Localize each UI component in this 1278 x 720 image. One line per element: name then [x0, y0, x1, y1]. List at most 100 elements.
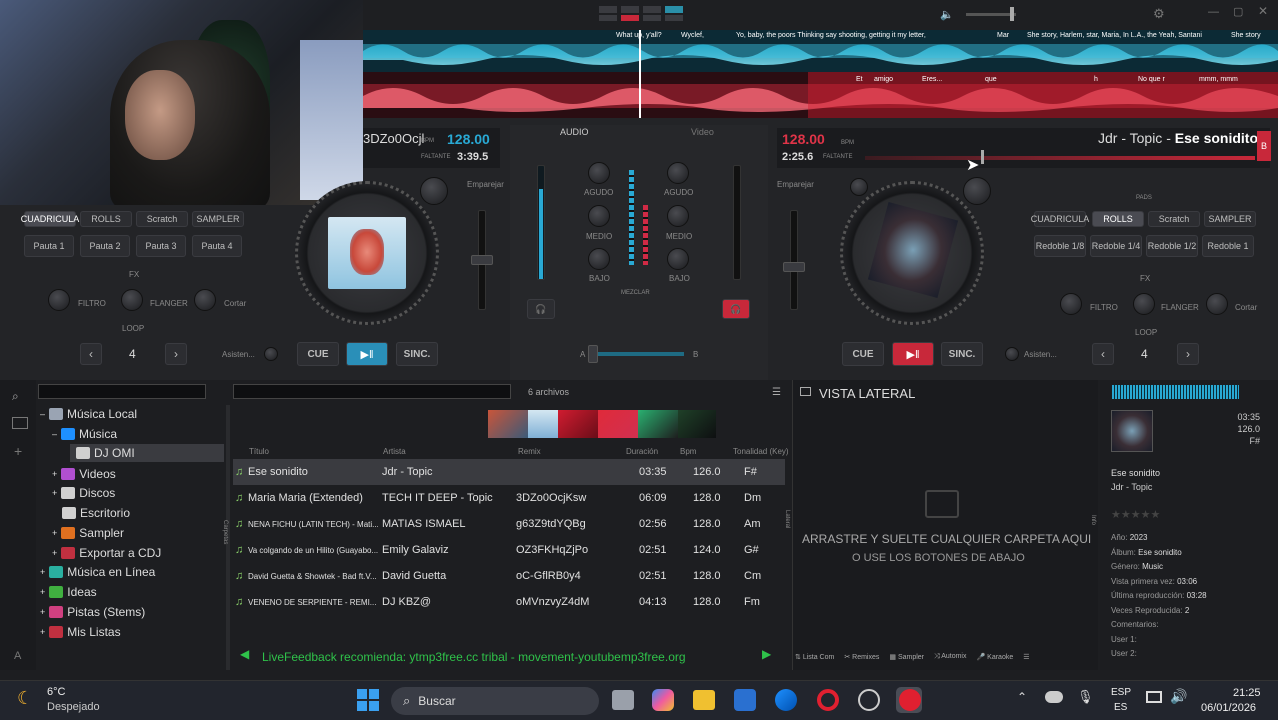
start-windows-icon[interactable]: [357, 689, 379, 711]
cover-thumb-3[interactable]: [558, 410, 598, 438]
rec-indicator[interactable]: [621, 15, 639, 21]
clock-time[interactable]: 21:25: [1233, 687, 1261, 699]
pad-mode-sampler-a[interactable]: SAMPLER: [192, 211, 244, 227]
side-tab-folders[interactable]: Carpetas: [222, 520, 228, 544]
assist-knob-a[interactable]: [264, 347, 278, 361]
mixer-tab-video[interactable]: Video: [691, 127, 714, 137]
pad-b-1[interactable]: Redoble 1/8: [1034, 235, 1086, 257]
task-view-icon[interactable]: [612, 690, 634, 710]
layout-icon-2[interactable]: [621, 6, 639, 13]
jog-wheel-b[interactable]: [840, 181, 984, 325]
tree-mis-listas[interactable]: + Mis Listas: [40, 625, 121, 639]
master-volume-slider[interactable]: [966, 13, 1016, 16]
volume-fader-b[interactable]: [733, 165, 741, 280]
deck-b-progress-handle[interactable]: [981, 150, 984, 164]
pad-a-2[interactable]: Pauta 2: [80, 235, 130, 257]
waveform-deck-b[interactable]: Et amigo Eres... que h No que r mmm, mmm: [363, 72, 1278, 118]
cover-thumb-1[interactable]: [488, 410, 528, 438]
taskbar-search-box[interactable]: ⌕ Buscar: [391, 687, 599, 715]
track-search-input[interactable]: [233, 384, 511, 399]
expand-icon[interactable]: +: [52, 488, 57, 498]
fx-knob-cortar-b[interactable]: [1206, 293, 1228, 315]
file-explorer-icon[interactable]: [693, 690, 715, 710]
eq-mid-knob-a[interactable]: [588, 205, 610, 227]
tree-sampler[interactable]: + Sampler: [52, 526, 124, 540]
col-title[interactable]: Título: [249, 447, 269, 456]
loop-prev-button-a[interactable]: ‹: [80, 343, 102, 365]
expand-icon[interactable]: +: [40, 607, 45, 617]
tree-videos[interactable]: + Videos: [52, 467, 116, 481]
headphone-cue-button-b[interactable]: 🎧: [722, 299, 750, 319]
cover-thumb-5[interactable]: [638, 410, 678, 438]
prev-arrow-icon[interactable]: ◀: [240, 647, 249, 661]
sync-button-a[interactable]: SINC.: [396, 342, 438, 366]
play-pause-button-a[interactable]: ▶‖: [346, 342, 388, 366]
font-size-icon[interactable]: A: [14, 650, 21, 662]
col-artist[interactable]: Artista: [383, 447, 406, 456]
virtualdj-icon[interactable]: [899, 689, 921, 711]
tonearm-knob-a[interactable]: [420, 177, 448, 205]
master-volume-handle[interactable]: [1010, 7, 1014, 21]
table-row[interactable]: ♫ Va colgando de un Hilito (Guayabo... E…: [233, 537, 785, 563]
pad-mode-scratch-b[interactable]: Scratch: [1148, 211, 1200, 227]
side-tab-automix[interactable]: ⤨ Automix: [934, 653, 966, 661]
layout-icon-4[interactable]: [665, 6, 683, 13]
side-tab-karaoke[interactable]: 🎤 Karaoke: [976, 653, 1013, 661]
pad-a-4[interactable]: Pauta 4: [192, 235, 242, 257]
tree-musica-linea[interactable]: + Música en Línea: [40, 565, 155, 579]
fx-knob-cortar-a[interactable]: [194, 289, 216, 311]
list-menu-icon[interactable]: ☰: [772, 387, 781, 398]
eq-mid-knob-b[interactable]: [667, 205, 689, 227]
cue-button-a[interactable]: CUE: [297, 342, 339, 366]
table-row[interactable]: ♫ Ese sonidito Jdr - Topic 03:35 126.0 F…: [233, 459, 785, 485]
cue-button-b[interactable]: CUE: [842, 342, 884, 366]
settings-gear-icon[interactable]: ⚙: [1153, 6, 1165, 22]
layout-icon-3[interactable]: [643, 6, 661, 13]
tree-dj-omi[interactable]: DJ OMI: [76, 446, 135, 460]
pitch-slider-b[interactable]: [790, 210, 798, 310]
match-button-a[interactable]: Emparejar: [467, 180, 504, 189]
layout-icon-6[interactable]: [643, 15, 661, 21]
weather-temp[interactable]: 6°C: [47, 686, 65, 698]
pitch-handle-b[interactable]: [783, 262, 805, 272]
pad-mode-cuadricula-a[interactable]: CUADRICULA: [21, 211, 79, 227]
collapse-icon[interactable]: –: [40, 409, 45, 419]
loop-next-button-b[interactable]: ›: [1177, 343, 1199, 365]
jog-wheel-a[interactable]: [295, 181, 439, 325]
pad-a-1[interactable]: Pauta 1: [24, 235, 74, 257]
headphone-cue-button-a[interactable]: 🎧: [527, 299, 555, 319]
volume-fader-a[interactable]: [537, 165, 545, 280]
copilot-icon[interactable]: [652, 689, 674, 711]
info-user1-row[interactable]: User 1:: [1111, 633, 1261, 648]
pad-mode-cuadricula-b[interactable]: CUADRICULA: [1031, 211, 1089, 227]
play-pause-button-b[interactable]: ▶‖: [892, 342, 934, 366]
table-row[interactable]: ♫ VENENO DE SERPIENTE - REMI... DJ KBZ@ …: [233, 589, 785, 615]
layout-icon-7[interactable]: [665, 15, 683, 21]
tree-escritorio[interactable]: Escritorio: [62, 506, 130, 520]
cover-thumb-6[interactable]: [678, 410, 716, 438]
layout-icon-5[interactable]: [599, 15, 617, 21]
pad-b-4[interactable]: Redoble 1: [1202, 235, 1254, 257]
tree-pistas-stems[interactable]: + Pistas (Stems): [40, 605, 145, 619]
info-user2-row[interactable]: User 2:: [1111, 647, 1261, 662]
folder-search-input[interactable]: [38, 384, 206, 399]
tree-musica[interactable]: – Música: [52, 427, 117, 441]
eq-high-knob-b[interactable]: [667, 162, 689, 184]
cover-thumb-4[interactable]: [598, 410, 638, 438]
col-key[interactable]: Tonalidad (Key): [733, 447, 789, 456]
deck-b-progress[interactable]: [865, 156, 1255, 160]
fx-knob-flanger-b[interactable]: [1133, 293, 1155, 315]
fx-knob-filtro-a[interactable]: [48, 289, 70, 311]
opera-gx-icon[interactable]: [817, 689, 839, 711]
expand-icon[interactable]: +: [40, 567, 45, 577]
sync-button-b[interactable]: SINC.: [941, 342, 983, 366]
next-arrow-icon[interactable]: ▶: [762, 647, 771, 661]
tree-ideas[interactable]: + Ideas: [40, 585, 97, 599]
info-waveform[interactable]: [1112, 385, 1239, 399]
clock-date[interactable]: 06/01/2026: [1201, 702, 1256, 714]
expand-icon[interactable]: +: [52, 548, 57, 558]
pad-mode-rolls-a[interactable]: ROLLS: [80, 211, 132, 227]
minimize-icon[interactable]: —: [1208, 6, 1219, 18]
eq-high-knob-a[interactable]: [588, 162, 610, 184]
side-tab-info[interactable]: Info: [1090, 515, 1096, 525]
